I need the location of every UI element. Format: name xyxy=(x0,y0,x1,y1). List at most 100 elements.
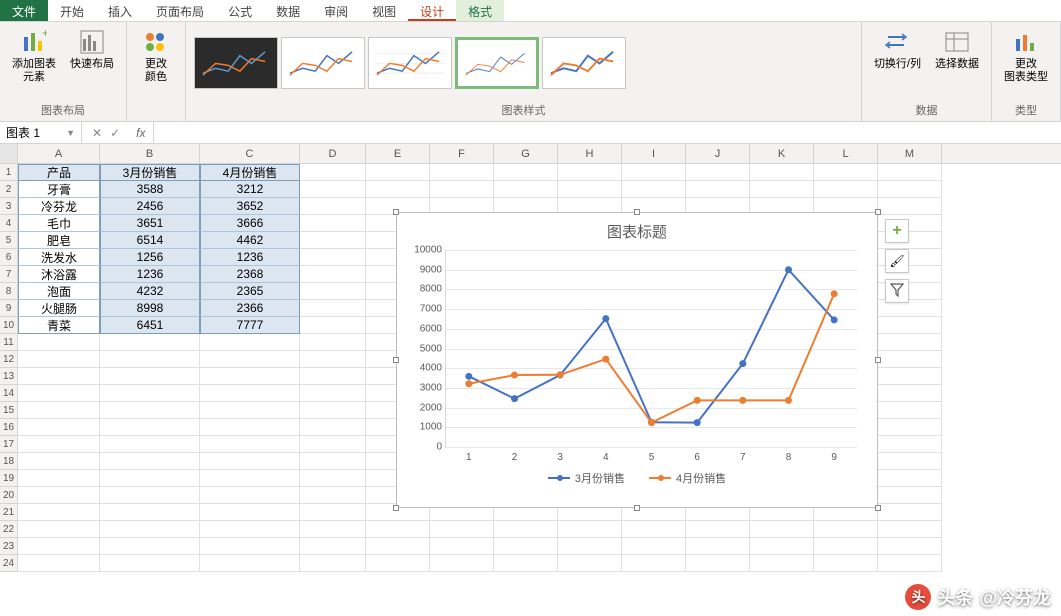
tab-design[interactable]: 设计 xyxy=(408,0,456,21)
row-header[interactable]: 20 xyxy=(0,487,18,504)
name-box[interactable]: 图表 1 ▼ xyxy=(0,122,82,143)
confirm-icon[interactable]: ✓ xyxy=(110,126,120,140)
cell[interactable]: 肥皂 xyxy=(18,232,100,249)
cell[interactable] xyxy=(430,555,494,572)
cell[interactable]: 冷芬龙 xyxy=(18,198,100,215)
cell[interactable] xyxy=(494,538,558,555)
cell[interactable]: 2456 xyxy=(100,198,200,215)
cell[interactable] xyxy=(300,538,366,555)
cell[interactable] xyxy=(18,538,100,555)
row-header[interactable]: 21 xyxy=(0,504,18,521)
row-header[interactable]: 3 xyxy=(0,198,18,215)
cell[interactable] xyxy=(100,419,200,436)
cell[interactable] xyxy=(494,555,558,572)
cell[interactable]: 3212 xyxy=(200,181,300,198)
cell[interactable] xyxy=(18,555,100,572)
cell[interactable]: 4462 xyxy=(200,232,300,249)
cell[interactable] xyxy=(100,402,200,419)
cell[interactable] xyxy=(430,181,494,198)
cell[interactable] xyxy=(100,487,200,504)
cell[interactable] xyxy=(100,504,200,521)
cell[interactable] xyxy=(878,334,942,351)
cell[interactable] xyxy=(200,538,300,555)
row-header[interactable]: 11 xyxy=(0,334,18,351)
cell[interactable] xyxy=(686,164,750,181)
cell[interactable] xyxy=(558,521,622,538)
cell[interactable] xyxy=(300,266,366,283)
cell[interactable] xyxy=(300,232,366,249)
col-header[interactable]: K xyxy=(750,144,814,163)
cell[interactable]: 泡面 xyxy=(18,283,100,300)
col-header[interactable]: B xyxy=(100,144,200,163)
cell[interactable] xyxy=(18,402,100,419)
cell[interactable] xyxy=(300,215,366,232)
tab-home[interactable]: 开始 xyxy=(48,0,96,21)
row-header[interactable]: 7 xyxy=(0,266,18,283)
cell[interactable] xyxy=(300,283,366,300)
cell[interactable] xyxy=(878,453,942,470)
chart-style-3[interactable] xyxy=(368,37,452,89)
worksheet-grid[interactable]: A B C D E F G H I J K L M 1产品3月份销售4月份销售2… xyxy=(0,144,1061,616)
cell[interactable] xyxy=(300,487,366,504)
cell[interactable]: 3588 xyxy=(100,181,200,198)
row-header[interactable]: 9 xyxy=(0,300,18,317)
col-header[interactable]: F xyxy=(430,144,494,163)
tab-review[interactable]: 审阅 xyxy=(312,0,360,21)
cell[interactable] xyxy=(878,436,942,453)
cell[interactable] xyxy=(622,164,686,181)
chart-style-5[interactable] xyxy=(542,37,626,89)
cell[interactable]: 3月份销售 xyxy=(100,164,200,181)
cell[interactable] xyxy=(18,487,100,504)
cell[interactable] xyxy=(100,470,200,487)
cell[interactable] xyxy=(300,419,366,436)
cell[interactable] xyxy=(622,521,686,538)
cell[interactable] xyxy=(300,504,366,521)
tab-page-layout[interactable]: 页面布局 xyxy=(144,0,216,21)
row-header[interactable]: 18 xyxy=(0,453,18,470)
cell[interactable] xyxy=(300,164,366,181)
row-header[interactable]: 2 xyxy=(0,181,18,198)
cell[interactable] xyxy=(878,351,942,368)
cell[interactable] xyxy=(878,521,942,538)
cell[interactable] xyxy=(814,555,878,572)
cell[interactable] xyxy=(878,538,942,555)
cell[interactable]: 3651 xyxy=(100,215,200,232)
cell[interactable] xyxy=(494,181,558,198)
chart-plot-area[interactable]: 0100020003000400050006000700080009000100… xyxy=(445,250,857,448)
cell[interactable] xyxy=(100,436,200,453)
row-header[interactable]: 10 xyxy=(0,317,18,334)
cell[interactable] xyxy=(300,300,366,317)
row-header[interactable]: 4 xyxy=(0,215,18,232)
cell[interactable]: 6451 xyxy=(100,317,200,334)
cell[interactable] xyxy=(200,368,300,385)
cell[interactable] xyxy=(200,555,300,572)
cell[interactable] xyxy=(494,521,558,538)
cell[interactable] xyxy=(878,317,942,334)
row-header[interactable]: 13 xyxy=(0,368,18,385)
cell[interactable] xyxy=(750,181,814,198)
cell[interactable] xyxy=(750,164,814,181)
cell[interactable] xyxy=(366,538,430,555)
row-header[interactable]: 8 xyxy=(0,283,18,300)
cell[interactable] xyxy=(430,538,494,555)
cell[interactable]: 6514 xyxy=(100,232,200,249)
cell[interactable] xyxy=(18,453,100,470)
cell[interactable] xyxy=(18,504,100,521)
row-header[interactable]: 12 xyxy=(0,351,18,368)
add-chart-element-button[interactable]: + 添加图表 元素 xyxy=(8,26,60,86)
cell[interactable] xyxy=(878,368,942,385)
cell[interactable] xyxy=(100,368,200,385)
row-header[interactable]: 24 xyxy=(0,555,18,572)
cell[interactable] xyxy=(300,368,366,385)
cell[interactable] xyxy=(814,521,878,538)
tab-data[interactable]: 数据 xyxy=(264,0,312,21)
cell[interactable] xyxy=(750,538,814,555)
cell[interactable] xyxy=(200,436,300,453)
cell[interactable]: 4232 xyxy=(100,283,200,300)
cell[interactable]: 4月份销售 xyxy=(200,164,300,181)
cell[interactable]: 3666 xyxy=(200,215,300,232)
col-header[interactable]: C xyxy=(200,144,300,163)
cell[interactable] xyxy=(686,538,750,555)
col-header[interactable]: M xyxy=(878,144,942,163)
cell[interactable]: 毛巾 xyxy=(18,215,100,232)
